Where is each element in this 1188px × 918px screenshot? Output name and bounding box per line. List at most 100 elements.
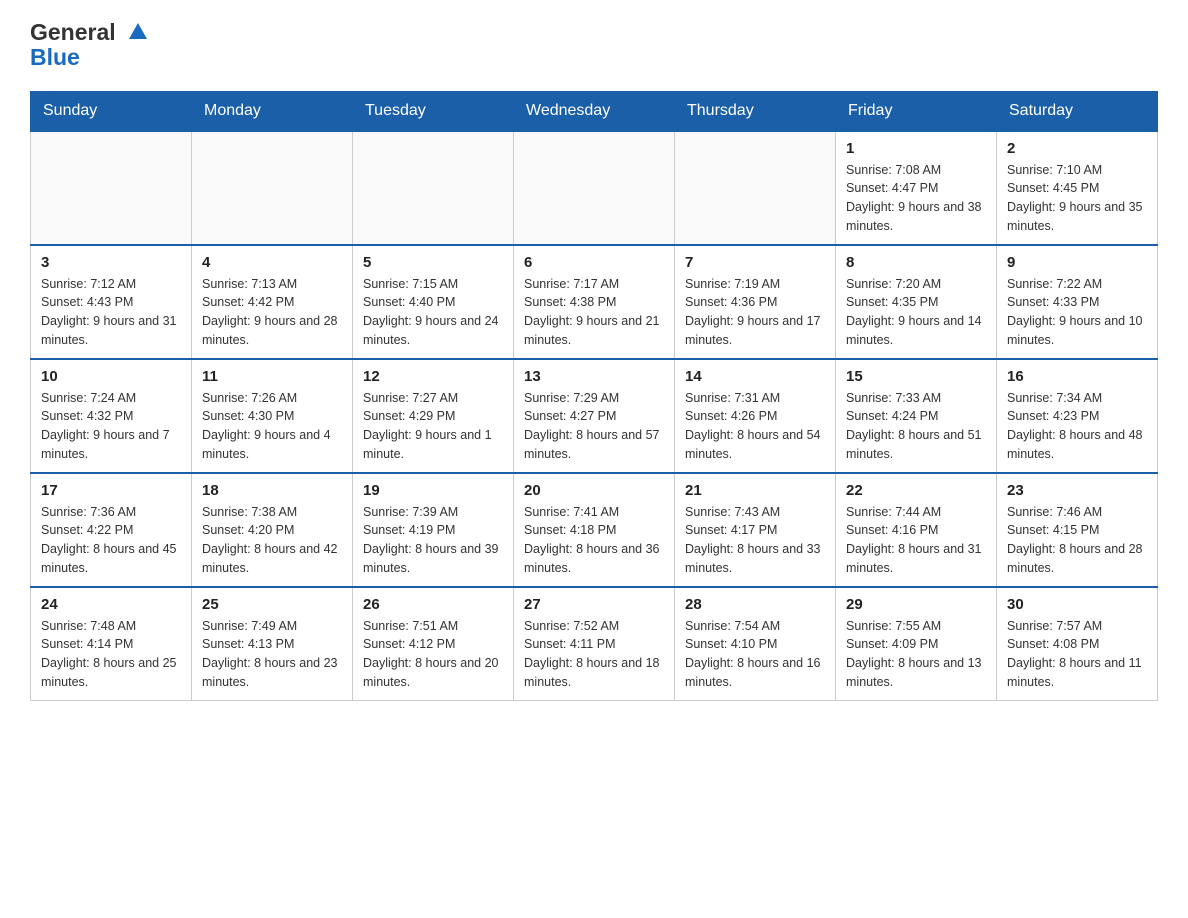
calendar-cell bbox=[353, 131, 514, 245]
calendar-week-5: 24 Sunrise: 7:48 AM Sunset: 4:14 PM Dayli… bbox=[31, 587, 1158, 701]
calendar-cell: 1 Sunrise: 7:08 AM Sunset: 4:47 PM Daylig… bbox=[836, 131, 997, 245]
logo-general: General bbox=[30, 20, 147, 45]
day-info: Sunrise: 7:31 AM Sunset: 4:26 PM Dayligh… bbox=[685, 389, 825, 464]
day-info: Sunrise: 7:55 AM Sunset: 4:09 PM Dayligh… bbox=[846, 617, 986, 692]
calendar-cell: 18 Sunrise: 7:38 AM Sunset: 4:20 PM Dayli… bbox=[192, 473, 353, 587]
day-number: 6 bbox=[524, 254, 664, 271]
calendar-cell bbox=[192, 131, 353, 245]
day-number: 10 bbox=[41, 368, 181, 385]
day-info: Sunrise: 7:22 AM Sunset: 4:33 PM Dayligh… bbox=[1007, 275, 1147, 350]
page-header: General Blue bbox=[30, 20, 1158, 71]
day-info: Sunrise: 7:49 AM Sunset: 4:13 PM Dayligh… bbox=[202, 617, 342, 692]
day-number: 3 bbox=[41, 254, 181, 271]
day-info: Sunrise: 7:08 AM Sunset: 4:47 PM Dayligh… bbox=[846, 161, 986, 236]
day-number: 30 bbox=[1007, 596, 1147, 613]
calendar-cell: 7 Sunrise: 7:19 AM Sunset: 4:36 PM Daylig… bbox=[675, 245, 836, 359]
day-info: Sunrise: 7:48 AM Sunset: 4:14 PM Dayligh… bbox=[41, 617, 181, 692]
day-number: 8 bbox=[846, 254, 986, 271]
day-number: 26 bbox=[363, 596, 503, 613]
day-info: Sunrise: 7:15 AM Sunset: 4:40 PM Dayligh… bbox=[363, 275, 503, 350]
calendar-cell bbox=[31, 131, 192, 245]
calendar-cell: 29 Sunrise: 7:55 AM Sunset: 4:09 PM Dayli… bbox=[836, 587, 997, 701]
logo-blue: Blue bbox=[30, 45, 147, 70]
weekday-header-sunday: Sunday bbox=[31, 91, 192, 131]
day-info: Sunrise: 7:52 AM Sunset: 4:11 PM Dayligh… bbox=[524, 617, 664, 692]
day-info: Sunrise: 7:33 AM Sunset: 4:24 PM Dayligh… bbox=[846, 389, 986, 464]
day-number: 17 bbox=[41, 482, 181, 499]
day-number: 25 bbox=[202, 596, 342, 613]
calendar-cell bbox=[514, 131, 675, 245]
day-number: 5 bbox=[363, 254, 503, 271]
calendar-week-3: 10 Sunrise: 7:24 AM Sunset: 4:32 PM Dayli… bbox=[31, 359, 1158, 473]
day-number: 27 bbox=[524, 596, 664, 613]
logo: General Blue bbox=[30, 20, 147, 71]
calendar-cell: 8Sunrise: 7:20 AM Sunset: 4:35 PM Daylig… bbox=[836, 245, 997, 359]
calendar-cell: 11 Sunrise: 7:26 AM Sunset: 4:30 PM Dayli… bbox=[192, 359, 353, 473]
calendar-cell: 13 Sunrise: 7:29 AM Sunset: 4:27 PM Dayli… bbox=[514, 359, 675, 473]
weekday-header-monday: Monday bbox=[192, 91, 353, 131]
calendar-cell: 20Sunrise: 7:41 AM Sunset: 4:18 PM Dayli… bbox=[514, 473, 675, 587]
calendar-cell: 19 Sunrise: 7:39 AM Sunset: 4:19 PM Dayli… bbox=[353, 473, 514, 587]
day-number: 16 bbox=[1007, 368, 1147, 385]
day-info: Sunrise: 7:41 AM Sunset: 4:18 PM Dayligh… bbox=[524, 503, 664, 578]
day-info: Sunrise: 7:34 AM Sunset: 4:23 PM Dayligh… bbox=[1007, 389, 1147, 464]
day-number: 11 bbox=[202, 368, 342, 385]
day-number: 24 bbox=[41, 596, 181, 613]
calendar-week-1: 1 Sunrise: 7:08 AM Sunset: 4:47 PM Daylig… bbox=[31, 131, 1158, 245]
calendar-cell: 10 Sunrise: 7:24 AM Sunset: 4:32 PM Dayli… bbox=[31, 359, 192, 473]
day-info: Sunrise: 7:13 AM Sunset: 4:42 PM Dayligh… bbox=[202, 275, 342, 350]
calendar-cell: 12Sunrise: 7:27 AM Sunset: 4:29 PM Dayli… bbox=[353, 359, 514, 473]
calendar-cell: 9 Sunrise: 7:22 AM Sunset: 4:33 PM Daylig… bbox=[997, 245, 1158, 359]
weekday-header-saturday: Saturday bbox=[997, 91, 1158, 131]
day-info: Sunrise: 7:12 AM Sunset: 4:43 PM Dayligh… bbox=[41, 275, 181, 350]
day-info: Sunrise: 7:19 AM Sunset: 4:36 PM Dayligh… bbox=[685, 275, 825, 350]
day-number: 22 bbox=[846, 482, 986, 499]
weekday-header-tuesday: Tuesday bbox=[353, 91, 514, 131]
day-info: Sunrise: 7:24 AM Sunset: 4:32 PM Dayligh… bbox=[41, 389, 181, 464]
day-info: Sunrise: 7:36 AM Sunset: 4:22 PM Dayligh… bbox=[41, 503, 181, 578]
calendar-cell: 25 Sunrise: 7:49 AM Sunset: 4:13 PM Dayli… bbox=[192, 587, 353, 701]
calendar-week-4: 17 Sunrise: 7:36 AM Sunset: 4:22 PM Dayli… bbox=[31, 473, 1158, 587]
calendar-week-2: 3 Sunrise: 7:12 AM Sunset: 4:43 PM Daylig… bbox=[31, 245, 1158, 359]
day-info: Sunrise: 7:17 AM Sunset: 4:38 PM Dayligh… bbox=[524, 275, 664, 350]
day-info: Sunrise: 7:26 AM Sunset: 4:30 PM Dayligh… bbox=[202, 389, 342, 464]
day-info: Sunrise: 7:39 AM Sunset: 4:19 PM Dayligh… bbox=[363, 503, 503, 578]
day-number: 21 bbox=[685, 482, 825, 499]
day-number: 13 bbox=[524, 368, 664, 385]
calendar-cell: 26Sunrise: 7:51 AM Sunset: 4:12 PM Dayli… bbox=[353, 587, 514, 701]
calendar-header-row: SundayMondayTuesdayWednesdayThursdayFrid… bbox=[31, 91, 1158, 131]
day-info: Sunrise: 7:46 AM Sunset: 4:15 PM Dayligh… bbox=[1007, 503, 1147, 578]
calendar-cell: 3 Sunrise: 7:12 AM Sunset: 4:43 PM Daylig… bbox=[31, 245, 192, 359]
day-number: 9 bbox=[1007, 254, 1147, 271]
calendar-cell: 24 Sunrise: 7:48 AM Sunset: 4:14 PM Dayli… bbox=[31, 587, 192, 701]
calendar-cell: 21 Sunrise: 7:43 AM Sunset: 4:17 PM Dayli… bbox=[675, 473, 836, 587]
calendar-cell: 4Sunrise: 7:13 AM Sunset: 4:42 PM Daylig… bbox=[192, 245, 353, 359]
day-info: Sunrise: 7:57 AM Sunset: 4:08 PM Dayligh… bbox=[1007, 617, 1147, 692]
calendar-cell: 5 Sunrise: 7:15 AM Sunset: 4:40 PM Daylig… bbox=[353, 245, 514, 359]
day-number: 12 bbox=[363, 368, 503, 385]
calendar-cell: 17 Sunrise: 7:36 AM Sunset: 4:22 PM Dayli… bbox=[31, 473, 192, 587]
calendar-cell bbox=[675, 131, 836, 245]
calendar-cell: 16 Sunrise: 7:34 AM Sunset: 4:23 PM Dayli… bbox=[997, 359, 1158, 473]
weekday-header-friday: Friday bbox=[836, 91, 997, 131]
calendar-table: SundayMondayTuesdayWednesdayThursdayFrid… bbox=[30, 91, 1158, 701]
day-info: Sunrise: 7:44 AM Sunset: 4:16 PM Dayligh… bbox=[846, 503, 986, 578]
day-info: Sunrise: 7:54 AM Sunset: 4:10 PM Dayligh… bbox=[685, 617, 825, 692]
day-info: Sunrise: 7:38 AM Sunset: 4:20 PM Dayligh… bbox=[202, 503, 342, 578]
day-number: 7 bbox=[685, 254, 825, 271]
day-number: 1 bbox=[846, 140, 986, 157]
calendar-cell: 22 Sunrise: 7:44 AM Sunset: 4:16 PM Dayli… bbox=[836, 473, 997, 587]
day-info: Sunrise: 7:43 AM Sunset: 4:17 PM Dayligh… bbox=[685, 503, 825, 578]
day-info: Sunrise: 7:10 AM Sunset: 4:45 PM Dayligh… bbox=[1007, 161, 1147, 236]
calendar-cell: 2Sunrise: 7:10 AM Sunset: 4:45 PM Daylig… bbox=[997, 131, 1158, 245]
calendar-cell: 14Sunrise: 7:31 AM Sunset: 4:26 PM Dayli… bbox=[675, 359, 836, 473]
calendar-cell: 15Sunrise: 7:33 AM Sunset: 4:24 PM Dayli… bbox=[836, 359, 997, 473]
day-info: Sunrise: 7:29 AM Sunset: 4:27 PM Dayligh… bbox=[524, 389, 664, 464]
day-number: 18 bbox=[202, 482, 342, 499]
calendar-cell: 23 Sunrise: 7:46 AM Sunset: 4:15 PM Dayli… bbox=[997, 473, 1158, 587]
day-number: 19 bbox=[363, 482, 503, 499]
day-number: 23 bbox=[1007, 482, 1147, 499]
day-number: 28 bbox=[685, 596, 825, 613]
day-number: 29 bbox=[846, 596, 986, 613]
calendar-cell: 30 Sunrise: 7:57 AM Sunset: 4:08 PM Dayli… bbox=[997, 587, 1158, 701]
